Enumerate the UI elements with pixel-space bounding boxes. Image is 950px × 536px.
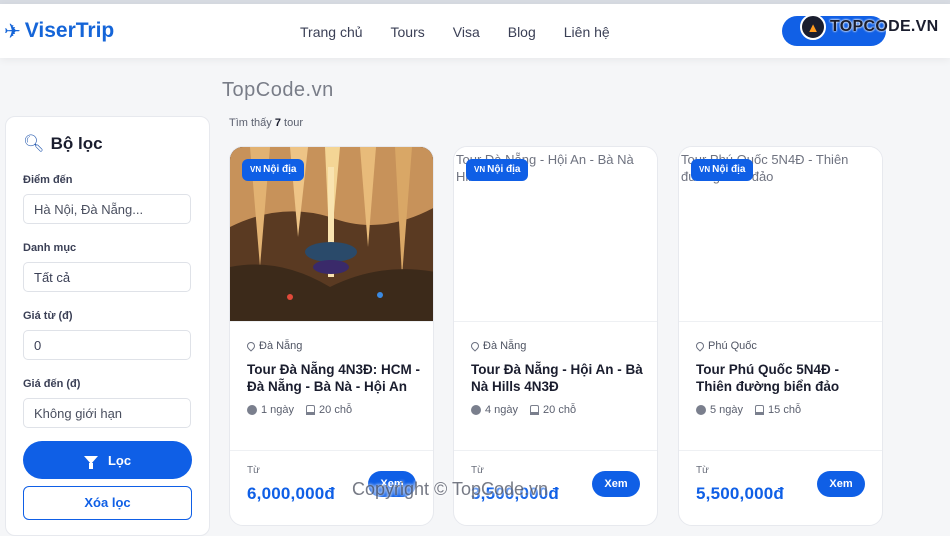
card-divider [454, 450, 657, 451]
watermark-badge: ▲ TOPCODE.VN [800, 14, 939, 40]
airplane-icon: ✈ [4, 19, 21, 43]
map-pin-icon [694, 340, 706, 352]
destination-input[interactable]: Hà Nội, Đà Nẵng... [23, 194, 191, 224]
nav-link-blog[interactable]: Blog [508, 23, 536, 41]
tour-location: Đà Nẵng [469, 340, 527, 352]
tour-meta: 4 ngày 20 chỗ [471, 404, 576, 416]
tour-seats: 20 chỗ [319, 404, 353, 416]
view-tour-button[interactable]: Xem [817, 471, 865, 497]
category-badge: VN Nội địa [466, 159, 529, 181]
filter-title-text: Bộ lọc [50, 134, 103, 153]
navbar: ✈ ViserTrip Trang chủ Tours Visa Blog Li… [0, 4, 950, 58]
vn-flag-label: VN [699, 165, 711, 174]
destination-label: Điểm đến [23, 174, 73, 186]
card-separator [679, 321, 882, 322]
map-pin-icon [245, 340, 257, 352]
nav-link-home[interactable]: Trang chủ [300, 23, 363, 41]
tour-seats: 20 chỗ [543, 404, 577, 416]
tour-title[interactable]: Tour Đà Nẵng - Hội An - Bà Nà Hills 4N3Đ [471, 361, 646, 395]
seat-icon [755, 405, 765, 415]
price-to-label: Giá đến (đ) [23, 378, 81, 390]
tour-seats: 15 chỗ [768, 404, 802, 416]
tour-image[interactable]: Tour Đà Nẵng - Hội An - Bà Nà Hills 4N3Đ… [454, 147, 657, 321]
results-number: 7 [274, 117, 281, 129]
watermark-logo-icon: ▲ [800, 14, 826, 40]
tour-title[interactable]: Tour Đà Nẵng 4N3Đ: HCM - Đà Nẵng - Bà Nà… [247, 361, 422, 395]
vn-flag-label: VN [474, 165, 486, 174]
clock-icon [247, 405, 257, 415]
tour-location: Đà Nẵng [245, 340, 303, 352]
price-from-input[interactable]: 0 [23, 330, 191, 360]
tour-location: Phú Quốc [694, 340, 757, 352]
nav-link-tours[interactable]: Tours [391, 23, 425, 41]
card-divider [230, 450, 433, 451]
view-tour-button[interactable]: Xem [592, 471, 640, 497]
nav-link-contact[interactable]: Liên hệ [564, 23, 610, 41]
tour-card[interactable]: Tour Phú Quốc 5N4Đ - Thiên đường biển đả… [678, 146, 883, 526]
logo[interactable]: ✈ ViserTrip [4, 19, 114, 43]
watermark-copyright: Copyright © TopCode.vn [352, 479, 549, 499]
watermark-badge-text: TOPCODE.VN [830, 18, 939, 35]
tour-meta: 1 ngày 20 chỗ [247, 404, 352, 416]
clear-filter-button[interactable]: Xóa lọc [23, 486, 192, 520]
nav-links: Trang chủ Tours Visa Blog Liên hệ [300, 23, 610, 41]
tour-image[interactable]: VN Nội địa [230, 147, 433, 321]
category-badge: VN Nội địa [242, 159, 305, 181]
brand-name: ViserTrip [24, 19, 115, 42]
filter-button[interactable]: Lọc [23, 441, 192, 479]
price-from-label: Giá từ (đ) [23, 310, 73, 322]
tour-days: 5 ngày [710, 404, 744, 416]
seat-icon [306, 405, 316, 415]
price-from-label: Từ [247, 465, 260, 476]
tour-title[interactable]: Tour Phú Quốc 5N4Đ - Thiên đường biển đả… [696, 361, 871, 395]
tour-image[interactable]: Tour Phú Quốc 5N4Đ - Thiên đường biển đả… [679, 147, 882, 321]
category-select[interactable]: Tất cả [23, 262, 191, 292]
seat-icon [530, 405, 540, 415]
price-to-input[interactable]: Không giới hạn [23, 398, 191, 428]
vn-flag-label: VN [250, 165, 262, 174]
price-from-label: Từ [471, 465, 484, 476]
map-pin-icon [469, 340, 481, 352]
tour-price: 5,500,000đ [696, 484, 785, 503]
tour-location-text: Phú Quốc [708, 340, 757, 352]
tour-days: 4 ngày [485, 404, 519, 416]
filter-title: 🔍︎ Bộ lọc [23, 134, 103, 154]
results-suffix: tour [284, 117, 304, 129]
magnifier-icon: 🔍︎ [23, 134, 45, 154]
filter-button-label: Lọc [107, 452, 132, 468]
clock-icon [471, 405, 481, 415]
card-separator [454, 321, 657, 322]
card-separator [230, 321, 433, 322]
tour-card[interactable]: Tour Đà Nẵng - Hội An - Bà Nà Hills 4N3Đ… [453, 146, 658, 526]
results-prefix: Tìm thấy [229, 117, 272, 129]
funnel-icon [83, 456, 98, 469]
price-from-label: Từ [696, 465, 709, 476]
nav-link-visa[interactable]: Visa [453, 23, 480, 41]
tour-location-text: Đà Nẵng [259, 340, 303, 352]
tour-days: 1 ngày [261, 404, 295, 416]
tour-meta: 5 ngày 15 chỗ [696, 404, 801, 416]
card-divider [679, 450, 882, 451]
watermark-top: TopCode.vn [222, 79, 334, 101]
clock-icon [696, 405, 706, 415]
filter-sidebar: 🔍︎ Bộ lọc Điểm đến Hà Nội, Đà Nẵng... Da… [5, 116, 210, 536]
tour-price: 6,000,000đ [247, 484, 336, 503]
category-label: Danh mục [23, 242, 77, 254]
tour-card[interactable]: VN Nội địa Đà Nẵng Tour Đà Nẵng 4N3Đ: HCM… [229, 146, 434, 526]
category-badge: VN Nội địa [691, 159, 754, 181]
results-count: Tìm thấy 7 tour [229, 117, 303, 129]
tour-location-text: Đà Nẵng [483, 340, 527, 352]
